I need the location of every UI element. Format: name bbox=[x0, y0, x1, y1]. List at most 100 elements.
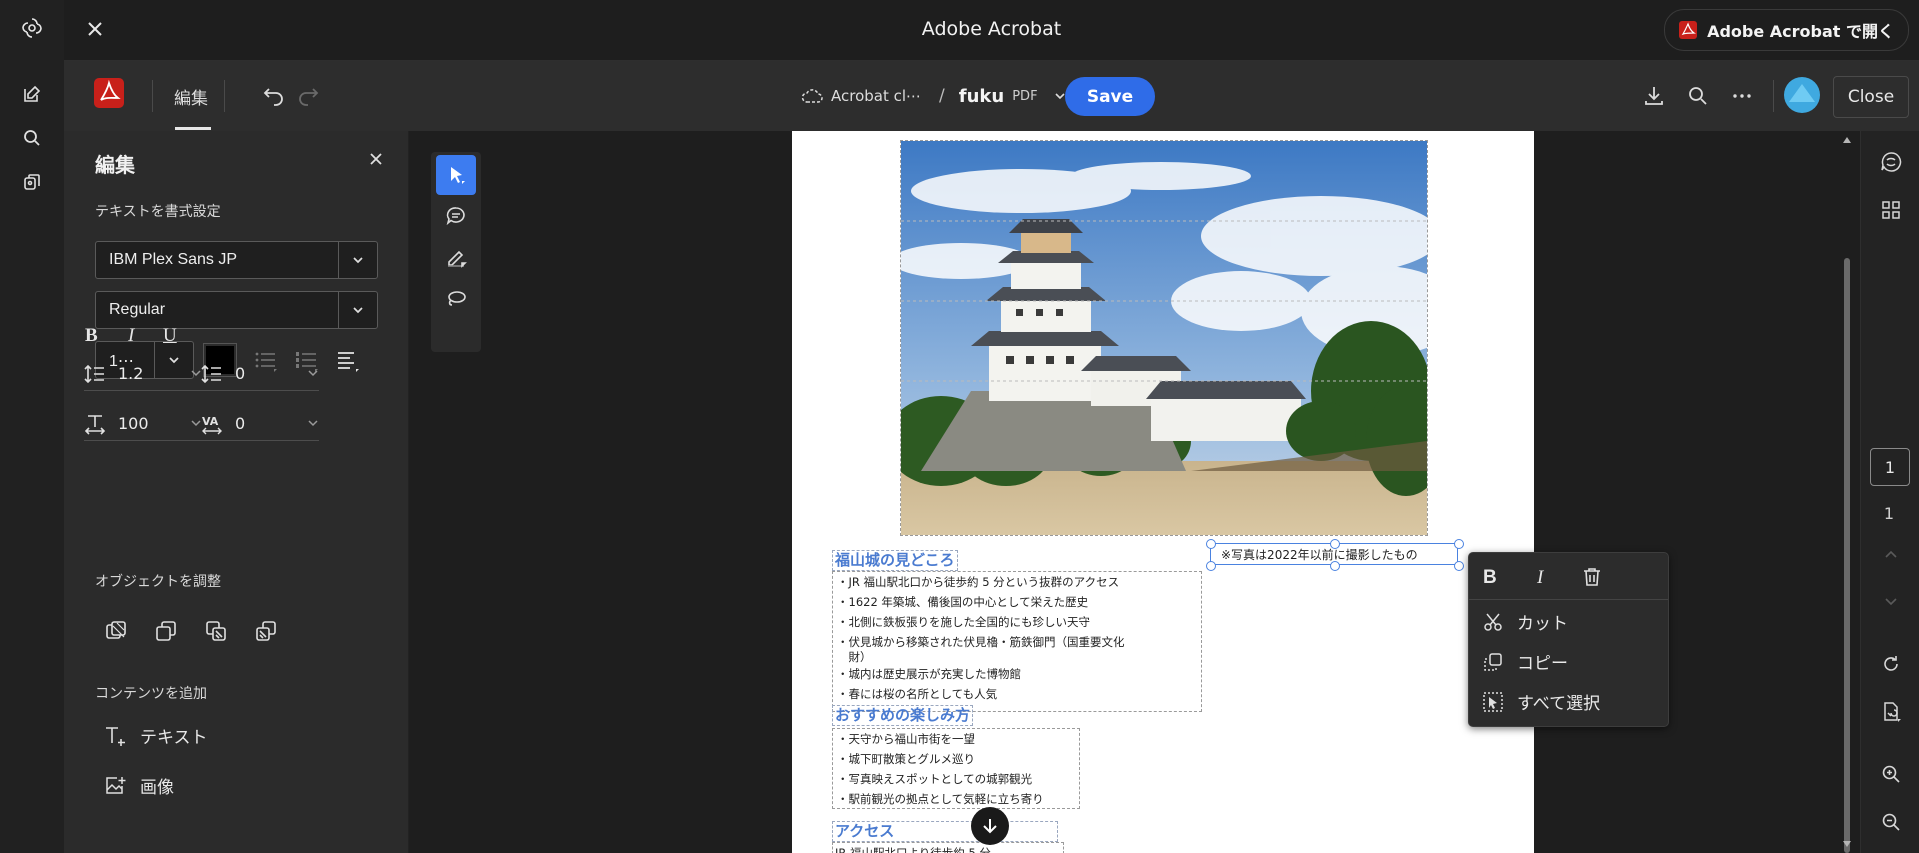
more-options-icon[interactable] bbox=[1730, 84, 1754, 108]
new-chat-icon[interactable] bbox=[16, 78, 48, 110]
open-in-acrobat-button[interactable]: Adobe Acrobat で開く bbox=[1664, 9, 1909, 51]
chevron-down-icon bbox=[307, 418, 319, 428]
lasso-tool-icon[interactable] bbox=[436, 278, 476, 318]
thumbnails-icon[interactable] bbox=[1878, 197, 1904, 223]
document-canvas: ※写真は2022年以前に撮影したもの 福山城の見どころ ・JR 福山駅北口から徒… bbox=[409, 131, 1860, 853]
section1-list[interactable]: ・JR 福山駅北口から徒歩約 5 分という抜群のアクセス ・1622 年築城、備… bbox=[832, 571, 1202, 712]
font-family-value: IBM Plex Sans JP bbox=[109, 251, 238, 268]
save-button[interactable]: Save bbox=[1065, 77, 1155, 116]
total-pages: 1 bbox=[1883, 504, 1895, 523]
panel-title: 編集 bbox=[95, 153, 135, 177]
left-rail bbox=[0, 0, 65, 853]
resize-handle[interactable] bbox=[1330, 539, 1340, 549]
font-family-select[interactable]: IBM Plex Sans JP bbox=[95, 241, 378, 279]
underline-button[interactable]: U bbox=[163, 325, 177, 347]
avatar[interactable] bbox=[1783, 76, 1821, 114]
next-page-icon[interactable] bbox=[1878, 589, 1904, 615]
comment-tool-icon[interactable] bbox=[436, 196, 476, 236]
current-page-input[interactable]: 1 bbox=[1870, 448, 1910, 486]
resize-handle[interactable] bbox=[1206, 539, 1216, 549]
panel-close-icon[interactable] bbox=[369, 152, 383, 166]
draw-tool-icon[interactable] bbox=[436, 237, 476, 277]
close-button[interactable]: Close bbox=[1833, 76, 1909, 118]
select-tool-icon[interactable] bbox=[436, 155, 476, 195]
vertical-scrollbar[interactable] bbox=[1842, 134, 1852, 853]
edit-panel: 編集 テキストを書式設定 IBM Plex Sans JP Regular 1⋯… bbox=[64, 131, 409, 853]
download-icon[interactable] bbox=[1642, 84, 1666, 108]
select-all-icon bbox=[1483, 691, 1503, 712]
undo-icon[interactable] bbox=[262, 84, 286, 108]
bold-button[interactable]: B bbox=[1483, 567, 1497, 589]
font-style-value: Regular bbox=[109, 301, 166, 318]
list-item: ・天守から福山市街を一望 bbox=[837, 732, 975, 746]
delete-icon[interactable] bbox=[1581, 566, 1603, 588]
send-backward-icon[interactable] bbox=[254, 619, 278, 643]
pdf-page: ※写真は2022年以前に撮影したもの 福山城の見どころ ・JR 福山駅北口から徒… bbox=[792, 131, 1534, 853]
send-to-back-icon[interactable] bbox=[154, 619, 178, 643]
copy-menu-item[interactable]: コピー bbox=[1483, 649, 1568, 674]
cut-menu-item[interactable]: カット bbox=[1483, 609, 1568, 634]
context-menu: B I カット コピー すべて選択 bbox=[1468, 552, 1669, 727]
scissors-icon bbox=[1483, 612, 1503, 632]
resize-handle[interactable] bbox=[1330, 561, 1340, 571]
list-item: ・北側に鉄板張りを施した全国的にも珍しい天守 bbox=[837, 615, 1090, 629]
section-heading[interactable]: アクセス bbox=[832, 821, 1058, 842]
paragraph-spacing-input[interactable]: 0 bbox=[201, 360, 319, 391]
svg-text:VA: VA bbox=[202, 415, 219, 428]
file-name[interactable]: fuku bbox=[959, 86, 1004, 107]
rotate-icon[interactable] bbox=[1878, 651, 1904, 677]
cloud-location[interactable]: Acrobat cl⋯ bbox=[831, 87, 921, 105]
redo-icon[interactable] bbox=[296, 84, 320, 108]
tab-edit[interactable]: 編集 bbox=[174, 61, 208, 131]
add-text-button[interactable]: テキスト bbox=[104, 723, 208, 748]
resize-handle[interactable] bbox=[1454, 561, 1464, 571]
edit-tool-strip bbox=[431, 152, 481, 352]
search-icon[interactable] bbox=[16, 122, 48, 154]
paragraph-spacing-icon bbox=[201, 363, 223, 385]
line-spacing-input[interactable]: 1.2 bbox=[84, 360, 202, 391]
scroll-down-arrow-icon[interactable] bbox=[1842, 839, 1852, 849]
select-all-menu-item[interactable]: すべて選択 bbox=[1483, 689, 1600, 714]
path-separator: / bbox=[939, 86, 945, 106]
page-settings-icon[interactable] bbox=[1878, 699, 1904, 725]
zoom-in-icon[interactable] bbox=[1878, 761, 1904, 787]
format-text-heading: テキストを書式設定 bbox=[95, 204, 221, 220]
ai-assistant-icon[interactable] bbox=[1878, 149, 1904, 175]
list-item: ・写真映えスポットとしての城郭観光 bbox=[837, 772, 1033, 786]
chevron-down-icon bbox=[338, 242, 377, 278]
section2-list[interactable]: ・天守から福山市街を一望 ・城下町散策とグルメ巡り ・写真映えスポットとしての城… bbox=[832, 728, 1080, 809]
chevron-down-icon bbox=[338, 292, 377, 328]
section-heading[interactable]: おすすめの楽しみ方 bbox=[832, 705, 974, 726]
resize-handle[interactable] bbox=[1206, 561, 1216, 571]
acrobat-logo-icon bbox=[1679, 21, 1698, 39]
italic-button[interactable]: I bbox=[128, 325, 134, 347]
char-spacing-input[interactable]: VA 0 bbox=[201, 410, 319, 441]
section3-list[interactable]: JR 福山駅北口より徒歩約 5 分 bbox=[832, 842, 1064, 853]
library-icon[interactable] bbox=[16, 166, 48, 198]
resize-handle[interactable] bbox=[1454, 539, 1464, 549]
list-item: ・春には桜の名所としても人気 bbox=[837, 687, 998, 701]
bold-button[interactable]: B bbox=[85, 325, 98, 347]
bring-to-front-icon[interactable] bbox=[104, 619, 128, 643]
search-icon[interactable] bbox=[1686, 84, 1710, 108]
char-spacing-icon: VA bbox=[201, 413, 225, 435]
section-heading[interactable]: 福山城の見どころ bbox=[832, 550, 958, 571]
chevron-down-icon[interactable] bbox=[1054, 90, 1066, 102]
chatgpt-logo-icon[interactable] bbox=[16, 12, 48, 44]
scroll-down-icon[interactable] bbox=[971, 807, 1009, 845]
chevron-down-icon bbox=[307, 368, 319, 378]
font-style-select[interactable]: Regular bbox=[95, 291, 378, 329]
add-text-icon bbox=[104, 725, 128, 747]
previous-page-icon[interactable] bbox=[1878, 541, 1904, 567]
list-item: ・城下町散策とグルメ巡り bbox=[837, 752, 975, 766]
list-item: 財） bbox=[837, 650, 872, 664]
list-item: ・駅前観光の拠点として気軽に立ち寄り bbox=[837, 792, 1044, 806]
add-image-button[interactable]: 画像 bbox=[104, 773, 174, 798]
zoom-out-icon[interactable] bbox=[1878, 809, 1904, 835]
align-left-icon[interactable] bbox=[336, 350, 360, 372]
acrobat-logo-icon bbox=[94, 78, 126, 110]
italic-button[interactable]: I bbox=[1537, 567, 1543, 589]
castle-photo[interactable] bbox=[900, 140, 1428, 536]
horizontal-scale-input[interactable]: 100 bbox=[84, 410, 202, 441]
bring-forward-icon[interactable] bbox=[204, 619, 228, 643]
